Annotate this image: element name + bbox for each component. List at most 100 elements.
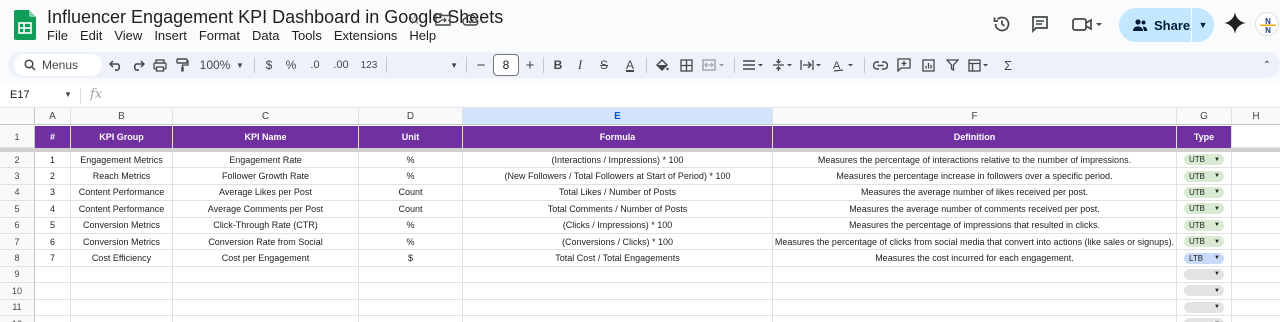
menu-file[interactable]: File: [41, 27, 74, 45]
bold-button[interactable]: B: [549, 55, 567, 75]
column-header-a[interactable]: A: [35, 108, 71, 125]
cell-formula[interactable]: (Interactions / Impressions) * 100: [463, 152, 773, 169]
menu-format[interactable]: Format: [193, 27, 246, 45]
cell-unit[interactable]: %: [359, 234, 463, 251]
redo-icon[interactable]: [128, 55, 148, 75]
column-header-h[interactable]: H: [1232, 108, 1280, 125]
text-color-button[interactable]: A: [620, 55, 640, 75]
functions-button[interactable]: Σ: [998, 55, 1018, 75]
dropdown-arrow-icon[interactable]: ▼: [1214, 239, 1220, 245]
cell-number[interactable]: 7: [35, 250, 71, 267]
type-dropdown-chip[interactable]: ▼: [1184, 268, 1224, 280]
insert-link-icon[interactable]: [870, 55, 890, 75]
print-icon[interactable]: [150, 55, 170, 75]
empty-cell[interactable]: [773, 283, 1177, 300]
cell-unit[interactable]: Count: [359, 201, 463, 218]
menu-extensions[interactable]: Extensions: [328, 27, 404, 45]
menu-tools[interactable]: Tools: [285, 27, 327, 45]
row-header[interactable]: 5: [0, 201, 35, 218]
dropdown-arrow-icon[interactable]: ▼: [1214, 173, 1220, 179]
cell-kpi-group[interactable]: Conversion Metrics: [71, 217, 173, 234]
increase-decimal-button[interactable]: .00: [328, 55, 354, 75]
filter-views-icon[interactable]: [966, 55, 994, 75]
cell-definition[interactable]: Measures the percentage of clicks from s…: [773, 234, 1177, 251]
type-dropdown-chip[interactable]: UTB ▼: [1184, 219, 1224, 231]
empty-cell[interactable]: [35, 299, 71, 316]
select-all-corner[interactable]: [0, 108, 35, 125]
type-dropdown-chip[interactable]: LTB ▼: [1184, 252, 1224, 264]
format-currency-button[interactable]: $: [260, 55, 278, 75]
cell-type[interactable]: UTB ▼: [1177, 184, 1232, 202]
dropdown-arrow-icon[interactable]: ▼: [1214, 206, 1220, 212]
cell-kpi-name[interactable]: Cost per Engagement: [173, 250, 359, 267]
cell-kpi-group[interactable]: Content Performance: [71, 201, 173, 218]
share-dropdown-icon[interactable]: ▼: [1192, 20, 1214, 30]
vertical-align-icon[interactable]: [770, 55, 796, 75]
cell-type[interactable]: UTB ▼: [1177, 234, 1232, 251]
empty-cell[interactable]: [1232, 267, 1280, 284]
text-rotation-icon[interactable]: A: [830, 55, 858, 75]
cell-type[interactable]: ▼: [1177, 299, 1232, 316]
cell-definition[interactable]: Measures the cost incurred for each enga…: [773, 250, 1177, 267]
cell-kpi-name[interactable]: Average Likes per Post: [173, 184, 359, 202]
font-family-dropdown-icon[interactable]: ▼: [392, 55, 458, 75]
empty-cell[interactable]: [1232, 168, 1280, 185]
header-cell-kpi-name[interactable]: KPI Name: [173, 126, 359, 148]
borders-icon[interactable]: [676, 55, 696, 75]
empty-cell[interactable]: [773, 266, 1177, 284]
empty-cell[interactable]: [463, 266, 773, 284]
more-formats-button[interactable]: 123: [356, 55, 382, 75]
column-header-e[interactable]: E: [463, 108, 773, 125]
cell-unit[interactable]: %: [359, 168, 463, 185]
gemini-icon[interactable]: [1224, 12, 1246, 34]
column-header-f[interactable]: F: [773, 108, 1177, 125]
menu-insert[interactable]: Insert: [148, 27, 193, 45]
comments-icon[interactable]: [1028, 12, 1052, 36]
cell-kpi-name[interactable]: Follower Growth Rate: [173, 168, 359, 185]
row-header[interactable]: 6: [0, 217, 35, 234]
type-dropdown-chip[interactable]: ▼: [1184, 301, 1224, 313]
zoom-dropdown-icon[interactable]: ▼: [234, 55, 246, 75]
empty-cell[interactable]: [71, 299, 173, 316]
cell-type[interactable]: UTB ▼: [1177, 217, 1232, 234]
empty-cell[interactable]: [1232, 126, 1280, 148]
insert-comment-icon[interactable]: [894, 55, 914, 75]
header-cell-definition[interactable]: Definition: [773, 126, 1177, 148]
row-header[interactable]: 7: [0, 234, 35, 251]
empty-cell[interactable]: [359, 299, 463, 316]
header-cell-number[interactable]: #: [35, 126, 71, 148]
row-header[interactable]: 11: [0, 299, 35, 316]
dropdown-arrow-icon[interactable]: ▼: [1214, 222, 1220, 228]
column-header-c[interactable]: C: [173, 108, 359, 125]
empty-cell[interactable]: [1232, 316, 1280, 322]
cell-type[interactable]: LTB ▼: [1177, 250, 1232, 267]
cell-type[interactable]: UTB ▼: [1177, 201, 1232, 218]
account-avatar[interactable]: NN: [1255, 12, 1279, 36]
cell-number[interactable]: 6: [35, 234, 71, 251]
google-sheets-logo-icon[interactable]: [14, 10, 36, 40]
cell-formula[interactable]: Total Comments / Number of Posts: [463, 201, 773, 218]
insert-chart-icon[interactable]: [918, 55, 938, 75]
collapse-toolbar-icon[interactable]: ⌃: [1258, 55, 1276, 75]
cell-number[interactable]: 1: [35, 152, 71, 169]
cell-type[interactable]: ▼: [1177, 316, 1232, 322]
italic-button[interactable]: I: [571, 55, 589, 75]
dropdown-arrow-icon[interactable]: ▼: [1214, 271, 1220, 277]
cell-number[interactable]: 5: [35, 217, 71, 234]
undo-icon[interactable]: [106, 55, 126, 75]
empty-cell[interactable]: [773, 316, 1177, 322]
format-percent-button[interactable]: %: [282, 55, 300, 75]
column-header-g[interactable]: G: [1177, 108, 1232, 125]
cell-definition[interactable]: Measures the percentage increase in foll…: [773, 168, 1177, 185]
cloud-status-icon[interactable]: [461, 9, 481, 29]
empty-cell[interactable]: [359, 283, 463, 300]
empty-cell[interactable]: [773, 299, 1177, 316]
dropdown-arrow-icon[interactable]: ▼: [1214, 157, 1220, 163]
cell-formula[interactable]: (New Followers / Total Followers at Star…: [463, 168, 773, 185]
empty-cell[interactable]: [1232, 152, 1280, 169]
dropdown-arrow-icon[interactable]: ▼: [1214, 255, 1220, 261]
cell-unit[interactable]: $: [359, 250, 463, 267]
empty-cell[interactable]: [463, 299, 773, 316]
share-button[interactable]: Share ▼: [1119, 8, 1214, 42]
type-dropdown-chip[interactable]: UTB ▼: [1184, 203, 1224, 215]
